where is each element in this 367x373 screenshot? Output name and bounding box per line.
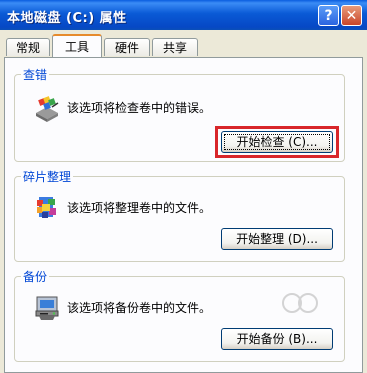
check-description: 该选项将检查卷中的错误。 [67, 101, 212, 115]
backup-icon [35, 296, 59, 320]
properties-window: 本地磁盘 (C:) 属性 ? ✕ 常规 工具 硬件 共享 查错 该选项将检查卷中… [0, 0, 367, 373]
tab-strip: 常规 工具 硬件 共享 [0, 34, 367, 58]
window-title: 本地磁盘 (C:) 属性 [7, 11, 127, 26]
watermark-logo [282, 293, 318, 313]
group-error-checking: 查错 该选项将检查卷中的错误。 开始检查 (C)... [14, 66, 345, 162]
start-defrag-button[interactable]: 开始整理 (D)... [221, 228, 333, 250]
start-backup-button[interactable]: 开始备份 (B)... [221, 328, 333, 350]
group-title-defrag: 碎片整理 [21, 168, 74, 185]
close-icon: ✕ [345, 7, 358, 24]
defrag-icon [37, 197, 56, 218]
help-icon: ? [324, 7, 333, 24]
group-title-backup: 备份 [21, 268, 50, 285]
disk-check-icon [36, 96, 59, 122]
defrag-description: 该选项将整理卷中的文件。 [67, 201, 212, 215]
start-check-button[interactable]: 开始检查 (C)... [221, 131, 333, 153]
tab-hardware[interactable]: 硬件 [104, 38, 150, 56]
close-button[interactable]: ✕ [341, 5, 362, 26]
group-backup: 备份 该选项将备份卷中的文件。 开始备份 (B)... [14, 268, 345, 362]
help-button[interactable]: ? [318, 5, 339, 26]
group-title-check: 查错 [21, 66, 50, 83]
tools-panel: 查错 该选项将检查卷中的错误。 开始检查 (C)... 碎片整理 该选项将整理卷… [4, 57, 363, 373]
title-bar[interactable]: 本地磁盘 (C:) 属性 ? ✕ [0, 0, 367, 30]
tab-general[interactable]: 常规 [6, 38, 50, 56]
tab-sharing[interactable]: 共享 [152, 38, 198, 56]
group-defragmentation: 碎片整理 该选项将整理卷中的文件。 开始整理 (D)... [14, 168, 345, 262]
backup-description: 该选项将备份卷中的文件。 [67, 301, 212, 315]
tab-tools[interactable]: 工具 [52, 34, 102, 57]
